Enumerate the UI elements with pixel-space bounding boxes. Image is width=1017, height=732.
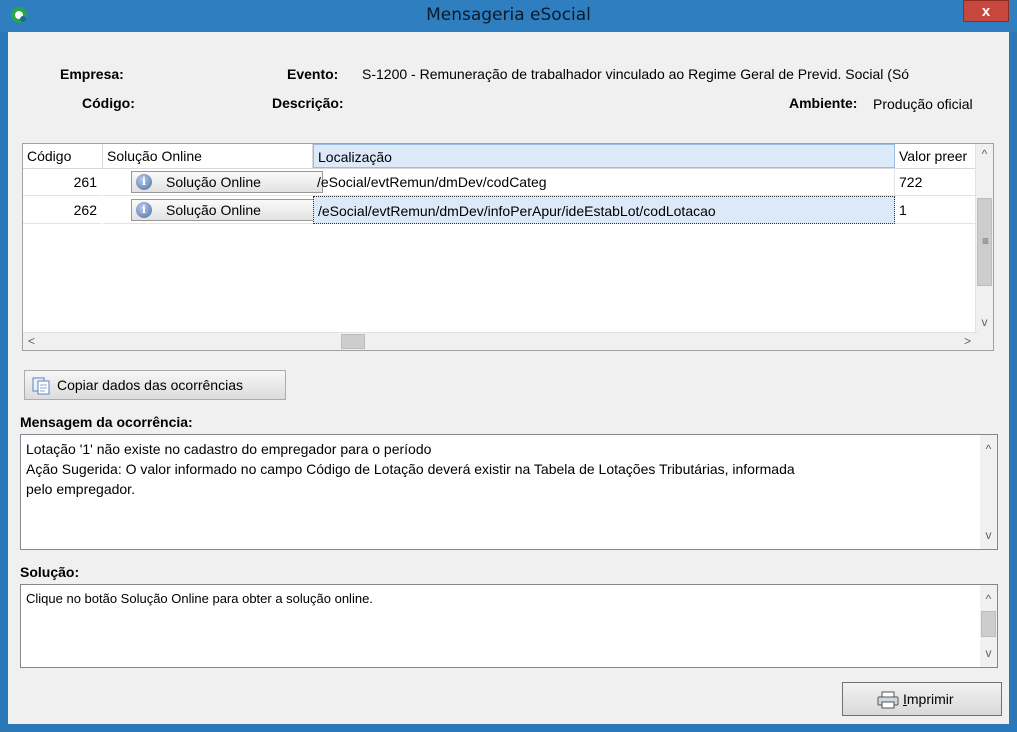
- solucao-online-label: Solução Online: [166, 202, 261, 218]
- scroll-down-icon[interactable]: v: [976, 314, 993, 331]
- cell-valor[interactable]: 1: [895, 196, 978, 224]
- copy-occurrences-button[interactable]: Copiar dados das ocorrências: [24, 370, 286, 400]
- grid-vertical-scrollbar[interactable]: ^ ≡ v: [975, 144, 993, 333]
- app-window: Mensageria eSocial x Empresa: Evento: S-…: [0, 0, 1017, 732]
- printer-icon: [877, 691, 899, 709]
- col-header-localizacao[interactable]: Localização: [313, 144, 895, 168]
- scroll-up-icon[interactable]: ^: [980, 441, 997, 458]
- solucao-online-button[interactable]: i Solução Online: [131, 171, 323, 193]
- mensagem-textbox[interactable]: Lotação '1' não existe no cadastro do em…: [20, 434, 998, 550]
- cell-codigo: 262: [23, 196, 101, 224]
- print-button[interactable]: Imprimir: [842, 682, 1002, 716]
- scroll-down-icon[interactable]: v: [980, 645, 997, 662]
- table-row[interactable]: 262 i Solução Online /eSocial/evtRemun/d…: [23, 196, 978, 224]
- empresa-label: Empresa:: [60, 66, 124, 82]
- codigo-label: Código:: [82, 95, 135, 111]
- cell-codigo: 261: [23, 168, 101, 196]
- ambiente-value: Produção oficial: [873, 96, 973, 112]
- mensagem-line-2: Ação Sugerida: O valor informado no camp…: [26, 461, 795, 477]
- close-icon: x: [981, 3, 991, 20]
- solucao-textbox[interactable]: Clique no botão Solução Online para obte…: [20, 584, 998, 668]
- info-icon: i: [136, 174, 152, 190]
- mensagem-label: Mensagem da ocorrência:: [20, 414, 193, 430]
- solucao-online-button[interactable]: i Solução Online: [131, 199, 323, 221]
- grid-horizontal-scrollbar[interactable]: < >: [23, 332, 978, 350]
- solucao-text: Clique no botão Solução Online para obte…: [26, 591, 373, 606]
- title-bar[interactable]: Mensageria eSocial x: [0, 0, 1017, 32]
- occurrences-grid[interactable]: Código Solução Online Localização Valor …: [22, 143, 994, 351]
- grid-header: Código Solução Online Localização Valor …: [23, 144, 978, 169]
- mensagem-line-3: pelo empregador.: [26, 481, 135, 497]
- solucao-label: Solução:: [20, 564, 80, 580]
- scroll-down-icon[interactable]: v: [980, 527, 997, 544]
- col-header-valor[interactable]: Valor preer: [895, 144, 978, 168]
- grid-hscroll-thumb[interactable]: [341, 334, 365, 349]
- copy-occurrences-label: Copiar dados das ocorrências: [57, 377, 243, 393]
- grid-vscroll-thumb[interactable]: ≡: [977, 198, 992, 286]
- cell-valor[interactable]: 722: [895, 168, 978, 196]
- print-label: Imprimir: [903, 691, 954, 707]
- mensagem-line-1: Lotação '1' não existe no cadastro do em…: [26, 441, 432, 457]
- copy-icon: [32, 377, 50, 395]
- scroll-corner: [976, 333, 993, 350]
- window-title: Mensageria eSocial: [426, 5, 591, 25]
- table-row[interactable]: 261 i Solução Online /eSocial/evtRemun/d…: [23, 168, 978, 196]
- scroll-up-icon[interactable]: ^: [976, 146, 993, 163]
- dialog-body: Empresa: Evento: S-1200 - Remuneração de…: [8, 32, 1009, 724]
- close-button[interactable]: x: [963, 0, 1009, 22]
- descricao-label: Descrição:: [272, 95, 344, 111]
- col-header-codigo[interactable]: Código: [23, 144, 103, 168]
- evento-value: S-1200 - Remuneração de trabalhador vinc…: [362, 66, 910, 82]
- ambiente-label: Ambiente:: [789, 95, 858, 111]
- info-icon: i: [136, 202, 152, 218]
- solucao-online-label: Solução Online: [166, 174, 261, 190]
- col-header-solucao[interactable]: Solução Online: [103, 144, 313, 168]
- cell-localizacao-selected[interactable]: /eSocial/evtRemun/dmDev/infoPerApur/ideE…: [313, 196, 895, 224]
- scroll-left-icon[interactable]: <: [23, 333, 40, 350]
- scroll-right-icon[interactable]: >: [959, 333, 976, 350]
- solucao-scrollbar[interactable]: ^ v: [980, 585, 997, 667]
- scroll-up-icon[interactable]: ^: [980, 591, 997, 608]
- solucao-scroll-thumb[interactable]: [981, 611, 996, 637]
- cell-localizacao[interactable]: /eSocial/evtRemun/dmDev/codCateg: [313, 168, 895, 196]
- mensagem-scrollbar[interactable]: ^ v: [980, 435, 997, 549]
- grip-icon: ≡: [981, 234, 989, 248]
- evento-label: Evento:: [287, 66, 339, 82]
